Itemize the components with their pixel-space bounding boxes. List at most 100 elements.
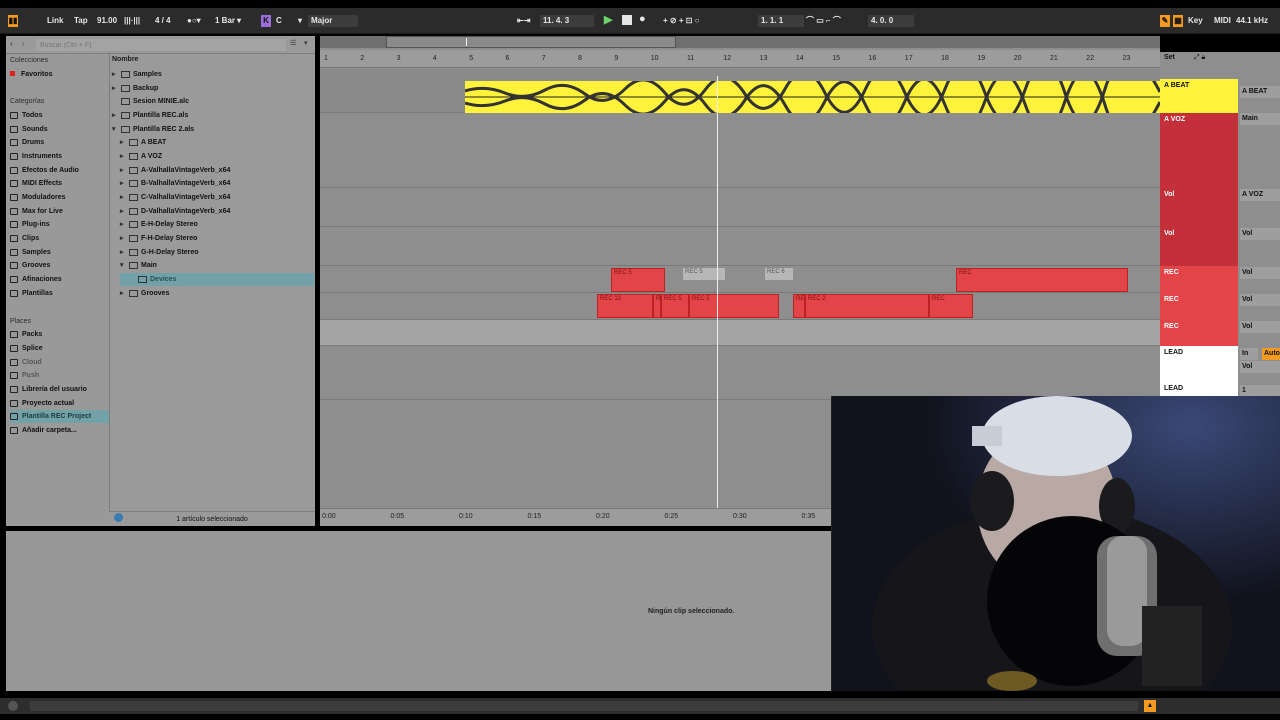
- sidebar-item-packs[interactable]: Packs: [10, 328, 109, 341]
- set-button[interactable]: Set: [1164, 54, 1175, 61]
- list-item[interactable]: Sesion MINIE.alc: [112, 95, 316, 108]
- overdub-icon[interactable]: + ⊘ + ⊡ ○: [663, 15, 699, 27]
- sidebar-item-tunings[interactable]: Afinaciones: [10, 273, 109, 286]
- audio-clip-a-beat[interactable]: [464, 56, 1160, 138]
- chevron-down-icon[interactable]: ▾: [304, 39, 308, 47]
- clip[interactable]: REC 6: [765, 268, 793, 280]
- quantize-select[interactable]: 1 Bar: [215, 15, 235, 27]
- list-item[interactable]: ▸ G-H-Delay Stereo: [120, 246, 324, 259]
- track-io-vol-1[interactable]: A VOZ: [1240, 189, 1280, 201]
- track-vol-1[interactable]: Vol: [1160, 188, 1238, 227]
- draw-mode-icon[interactable]: ✎: [1160, 15, 1170, 27]
- list-item[interactable]: ▸ C-ValhallaVintageVerb_x64: [120, 191, 324, 204]
- clip[interactable]: RE: [653, 294, 664, 318]
- monitor-in-button[interactable]: In: [1240, 348, 1258, 360]
- status-icon[interactable]: [8, 701, 18, 711]
- lane-a-voz[interactable]: [320, 113, 1160, 188]
- clip[interactable]: REC: [929, 294, 973, 318]
- search-input[interactable]: [36, 39, 286, 51]
- sidebar-item-cloud[interactable]: Cloud: [10, 356, 109, 369]
- sidebar-item-plantilla-rec-project[interactable]: Plantilla REC Project: [10, 410, 109, 423]
- sidebar-item-push[interactable]: Push: [10, 369, 109, 382]
- clip[interactable]: REC 5: [661, 294, 689, 318]
- sidebar-item-current-project[interactable]: Proyecto actual: [10, 397, 109, 410]
- clip[interactable]: REC 13: [597, 294, 653, 318]
- track-rec-2[interactable]: REC: [1160, 293, 1238, 320]
- list-item[interactable]: ▸ Plantilla REC.als: [112, 109, 316, 122]
- song-position-field[interactable]: 11. 4. 3: [540, 15, 594, 27]
- sidebar-item-drums[interactable]: Drums: [10, 136, 109, 149]
- track-lead[interactable]: LEAD: [1160, 346, 1238, 384]
- sidebar-item-splice[interactable]: Splice: [10, 342, 109, 355]
- cpu-icon[interactable]: ▲: [1144, 700, 1156, 712]
- loop-length-field[interactable]: 4. 0. 0: [868, 15, 914, 27]
- overview-strip[interactable]: [320, 36, 1160, 48]
- track-io-rec-2[interactable]: Vol: [1240, 294, 1280, 306]
- list-item[interactable]: ▸ A BEAT: [120, 136, 324, 149]
- monitor-auto-button[interactable]: Auto: [1262, 348, 1280, 360]
- key-map-icon[interactable]: ▦: [1173, 15, 1183, 27]
- clip[interactable]: REC 2: [805, 294, 929, 318]
- clip[interactable]: REC: [956, 268, 1128, 292]
- clip[interactable]: REC 5: [689, 294, 779, 318]
- track-rec-3[interactable]: REC: [1160, 320, 1238, 346]
- lock-icon[interactable]: ⤢ 🔒︎: [1194, 54, 1205, 62]
- bar-ruler[interactable]: 1 2 3 4 5 6 7 8 9 10 11 12 13 14 15 16 17 18 19 20 21 22 23: [320, 50, 1160, 68]
- track-io-a-beat[interactable]: A BEAT: [1240, 86, 1280, 98]
- metronome-icon[interactable]: |||·|||: [124, 15, 140, 27]
- list-item[interactable]: ▸ B-ValhallaVintageVerb_x64: [120, 177, 324, 190]
- stop-button[interactable]: [622, 15, 632, 25]
- track-io-vol-2[interactable]: Vol: [1240, 228, 1280, 240]
- lane-vol-2[interactable]: [320, 227, 1160, 266]
- list-item[interactable]: ▸ F-H-Delay Stereo: [120, 232, 324, 245]
- overview-window[interactable]: [386, 36, 676, 48]
- sidebar-item-sounds[interactable]: Sounds: [10, 123, 109, 136]
- track-io-a-voz[interactable]: Main: [1240, 113, 1280, 125]
- list-item[interactable]: ▾ Main: [120, 259, 324, 272]
- key-map-button[interactable]: Key: [1188, 15, 1203, 27]
- record-button[interactable]: ●: [639, 13, 646, 25]
- loop-icon[interactable]: ⌒ ▭ ⌐ ⌒: [806, 15, 841, 27]
- follow-icon[interactable]: ●○▾: [187, 15, 201, 27]
- play-button[interactable]: ▶: [604, 14, 612, 26]
- track-a-voz[interactable]: A VOZ: [1160, 113, 1238, 188]
- name-column-header[interactable]: Nombre: [112, 56, 138, 63]
- scale-badge[interactable]: K: [261, 15, 271, 27]
- list-item[interactable]: ▸ Samples: [112, 68, 316, 81]
- list-item[interactable]: ▸ E-H-Delay Stereo: [120, 218, 324, 231]
- track-io-rec-1[interactable]: Vol: [1240, 267, 1280, 279]
- filter-icon[interactable]: ☰: [290, 39, 296, 47]
- list-item[interactable]: Devices: [120, 273, 314, 286]
- forward-icon[interactable]: ›: [22, 39, 25, 48]
- lane-lead[interactable]: [320, 346, 1160, 400]
- sidebar-item-max-for-live[interactable]: Max for Live: [10, 205, 109, 218]
- link-button[interactable]: Link: [47, 15, 63, 27]
- list-item[interactable]: ▾ Plantilla REC 2.als: [112, 123, 316, 136]
- clip[interactable]: RE: [793, 294, 805, 318]
- follow-arrangement-icon[interactable]: ⇤⇥: [517, 15, 530, 27]
- sidebar-item-samples[interactable]: Samples: [10, 246, 109, 259]
- clip[interactable]: REC 5: [683, 268, 725, 280]
- track-io-rec-3[interactable]: Vol: [1240, 321, 1280, 333]
- sidebar-item-templates[interactable]: Plantillas: [10, 287, 109, 300]
- track-rec-1[interactable]: REC: [1160, 266, 1238, 293]
- sidebar-item-clips[interactable]: Clips: [10, 232, 109, 245]
- lane-vol-1[interactable]: [320, 188, 1160, 227]
- sidebar-item-modulators[interactable]: Moduladores: [10, 191, 109, 204]
- sidebar-item-audio-effects[interactable]: Efectos de Audio: [10, 164, 109, 177]
- back-icon[interactable]: ‹: [10, 39, 13, 48]
- list-item[interactable]: ▸ D-ValhallaVintageVerb_x64: [120, 205, 324, 218]
- midi-map-button[interactable]: MIDI: [1214, 15, 1231, 27]
- track-vol-2[interactable]: Vol: [1160, 227, 1238, 266]
- tap-button[interactable]: Tap: [74, 15, 88, 27]
- scale-mode-select[interactable]: Major: [308, 15, 358, 27]
- sidebar-item-plugins[interactable]: Plug-ins: [10, 218, 109, 231]
- sidebar-item-todos[interactable]: Todos: [10, 109, 109, 122]
- sidebar-item-user-library[interactable]: Librería del usuario: [10, 383, 109, 396]
- list-item[interactable]: ▸ A VOZ: [120, 150, 324, 163]
- list-item[interactable]: ▸ A-ValhallaVintageVerb_x64: [120, 164, 324, 177]
- sidebar-item-grooves[interactable]: Grooves: [10, 259, 109, 272]
- preview-icon[interactable]: [114, 513, 123, 522]
- time-signature-field[interactable]: 4 / 4: [155, 15, 171, 27]
- list-item[interactable]: ▸ Backup: [112, 82, 316, 95]
